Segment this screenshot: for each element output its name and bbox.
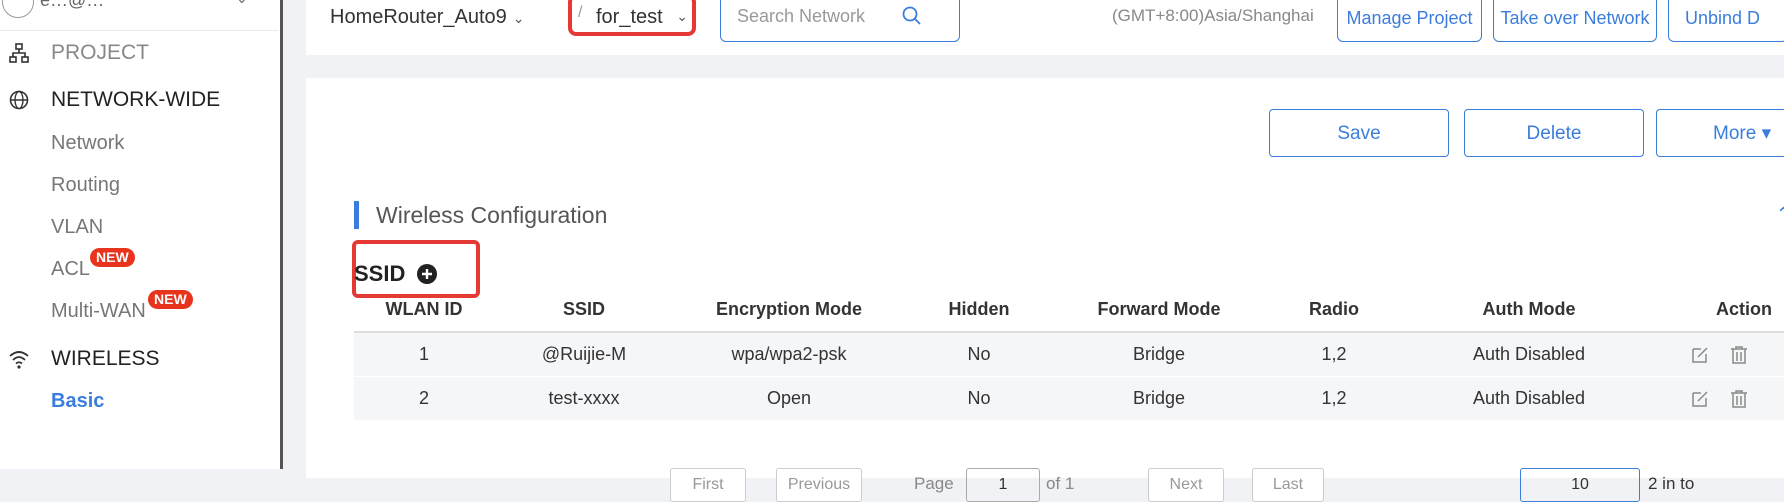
- chevron-down-icon: ⌄: [676, 8, 688, 24]
- column-header: Forward Mode: [1097, 299, 1221, 319]
- pagination: First Previous Page 1 of 1 Next Last 10 …: [306, 458, 1784, 502]
- network-selector[interactable]: / for_test ⌄: [568, 0, 696, 36]
- wlan-id-cell: 2: [418, 388, 429, 408]
- section-title: Wireless Configuration: [376, 202, 608, 228]
- auth-mode-cell: Auth Disabled: [1472, 388, 1586, 408]
- auth-mode-cell: Auth Disabled: [1472, 344, 1586, 364]
- sitemap-icon: [9, 43, 29, 63]
- chevron-down-icon: ⌄: [512, 10, 525, 26]
- add-circle-icon[interactable]: [416, 263, 438, 285]
- total-count: 2 in to: [1648, 474, 1695, 493]
- ssid-cell: @Ruijie-M: [541, 344, 627, 364]
- encryption-cell: Open: [766, 388, 812, 408]
- top-bar: HomeRouter_Auto9 ⌄ / for_test ⌄ (GMT+8:00…: [306, 0, 1784, 55]
- hidden-cell: No: [967, 388, 991, 408]
- sidebar-item-network-wide[interactable]: NETWORK-WIDE: [0, 79, 278, 119]
- table-row[interactable]: 1 @Ruijie-M wpa/wpa2-psk No Bridge 1,2 A…: [354, 333, 1784, 377]
- main-panel: Save Delete More ▾ Wireless Configuratio…: [306, 78, 1784, 502]
- first-page-button[interactable]: First: [670, 468, 746, 502]
- edit-icon[interactable]: [1690, 389, 1710, 409]
- radio-cell: 1,2: [1321, 344, 1347, 364]
- more-button[interactable]: More ▾: [1656, 109, 1784, 157]
- column-header: SSID: [562, 299, 605, 319]
- new-badge: NEW: [148, 290, 193, 309]
- last-page-button[interactable]: Last: [1252, 468, 1324, 502]
- column-header: WLAN ID: [385, 299, 463, 319]
- page-label: Page: [914, 474, 954, 493]
- column-header: Radio: [1308, 299, 1359, 319]
- sidebar-section-label: PROJECT: [51, 41, 150, 64]
- next-page-button[interactable]: Next: [1148, 468, 1224, 502]
- section-accent-bar: [354, 201, 359, 229]
- page-number-input[interactable]: 1: [966, 468, 1040, 502]
- unbind-button[interactable]: Unbind D: [1668, 0, 1784, 42]
- column-header: Auth Mode: [1482, 299, 1576, 319]
- search-input[interactable]: [735, 5, 889, 28]
- column-header: Encryption Mode: [715, 299, 862, 319]
- forward-mode-cell: Bridge: [1132, 344, 1186, 364]
- new-badge: NEW: [90, 248, 135, 267]
- ssid-table: WLAN ID SSID Encryption Mode Hidden Forw…: [354, 288, 1784, 421]
- project-name: HomeRouter_Auto9: [330, 6, 507, 28]
- timezone-label: (GMT+8:00)Asia/Shanghai: [1112, 6, 1314, 25]
- wlan-id-cell: 1: [418, 344, 429, 364]
- avatar[interactable]: [2, 0, 34, 18]
- ssid-label: SSID: [354, 261, 406, 286]
- edit-icon[interactable]: [1690, 345, 1710, 365]
- encryption-cell: wpa/wpa2-psk: [731, 344, 847, 364]
- sidebar-section-label: NETWORK-WIDE: [51, 88, 221, 111]
- globe-icon: [9, 90, 29, 110]
- user-menu[interactable]: e…@… ⌄: [0, 0, 278, 31]
- ssid-cell: test-xxxx: [548, 388, 620, 408]
- network-path-separator: /: [578, 4, 583, 21]
- chevron-down-icon[interactable]: ⌄: [236, 0, 248, 7]
- sidebar-item-network[interactable]: Network: [51, 132, 124, 155]
- page-count: of 1: [1046, 474, 1075, 493]
- column-header: Action: [1716, 299, 1772, 319]
- radio-cell: 1,2: [1321, 388, 1347, 408]
- sidebar-item-multi-wan[interactable]: Multi-WAN: [51, 300, 146, 323]
- sidebar-item-basic[interactable]: Basic: [51, 390, 104, 413]
- column-header: Hidden: [948, 299, 1010, 319]
- wifi-icon: [9, 351, 29, 369]
- sidebar-item-vlan[interactable]: VLAN: [51, 216, 103, 239]
- forward-mode-cell: Bridge: [1132, 388, 1186, 408]
- page-size-select[interactable]: 10: [1520, 468, 1640, 502]
- delete-button[interactable]: Delete: [1464, 109, 1644, 157]
- user-name: e…@…: [40, 0, 105, 10]
- network-name: for_test: [596, 6, 663, 28]
- trash-icon[interactable]: [1729, 345, 1749, 365]
- trash-icon[interactable]: [1729, 389, 1749, 409]
- project-selector[interactable]: HomeRouter_Auto9 ⌄: [330, 6, 525, 29]
- hidden-cell: No: [967, 344, 991, 364]
- table-header: WLAN ID SSID Encryption Mode Hidden Forw…: [354, 288, 1784, 333]
- sidebar-section-label: WIRELESS: [51, 347, 160, 370]
- manage-project-button[interactable]: Manage Project: [1337, 0, 1482, 42]
- search-icon[interactable]: [901, 5, 923, 27]
- save-button[interactable]: Save: [1269, 109, 1449, 157]
- take-over-network-button[interactable]: Take over Network: [1493, 0, 1657, 42]
- search-network[interactable]: [720, 0, 960, 42]
- sidebar: e…@… ⌄ PROJECT NETWORK-WIDE Network Rout…: [0, 0, 283, 469]
- sidebar-item-acl[interactable]: ACL: [51, 258, 90, 281]
- sidebar-item-project[interactable]: PROJECT: [0, 32, 278, 72]
- table-row[interactable]: 2 test-xxxx Open No Bridge 1,2 Auth Disa…: [354, 377, 1784, 421]
- previous-page-button[interactable]: Previous: [776, 468, 862, 502]
- sidebar-item-wireless[interactable]: WIRELESS: [0, 338, 278, 378]
- sidebar-item-routing[interactable]: Routing: [51, 174, 120, 197]
- chevron-up-icon[interactable]: ⌃: [1776, 204, 1784, 225]
